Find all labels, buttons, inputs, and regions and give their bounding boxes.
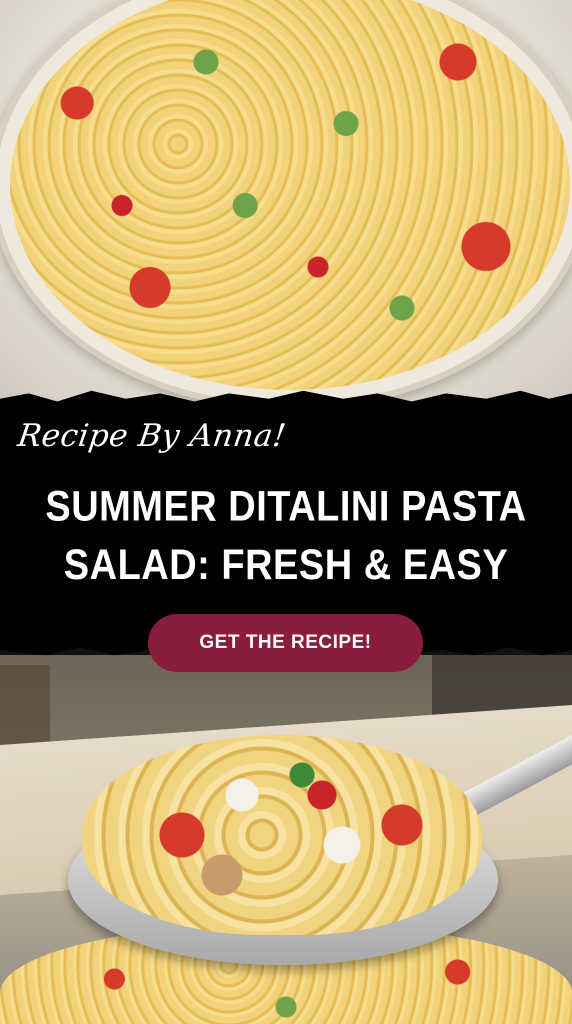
- get-recipe-button[interactable]: GET THE RECIPE!: [148, 614, 423, 672]
- salad-bowl-bottom: [0, 923, 572, 1024]
- pasta-spoonful: [82, 735, 482, 935]
- background-chair: [0, 665, 50, 785]
- recipe-title: SUMMER DITALINI PASTA SALAD: FRESH & EAS…: [0, 478, 572, 594]
- bottom-photo-spoonful: [0, 655, 572, 1024]
- spoon: [68, 795, 498, 965]
- top-photo-pasta-salad-bowl: [0, 0, 572, 410]
- background-chair-right: [432, 655, 572, 735]
- title-line-2: SALAD: FRESH & EASY: [63, 541, 509, 589]
- spoon-handle: [433, 728, 572, 832]
- byline: Recipe By Anna!: [15, 418, 289, 454]
- background-table: [0, 705, 572, 895]
- title-line-1: SUMMER DITALINI PASTA: [45, 483, 527, 531]
